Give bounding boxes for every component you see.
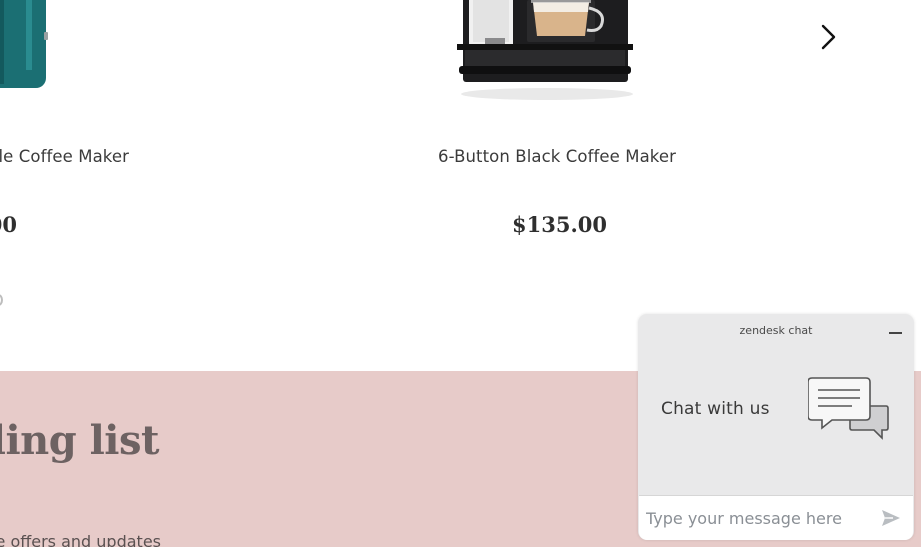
mailing-list-heading: iling list (0, 417, 159, 464)
chat-widget[interactable]: zendesk chat Chat with us (638, 314, 914, 540)
product-image-teal-coffee-maker[interactable] (0, 0, 60, 90)
product-title[interactable]: 6-Button Black Coffee Maker (438, 147, 676, 166)
product-price: $135.00 (512, 212, 607, 237)
product-title[interactable]: ule Coffee Maker (0, 147, 129, 166)
chat-input-row (639, 495, 913, 540)
chat-message-input[interactable] (646, 504, 868, 532)
chevron-right-icon (821, 24, 836, 50)
coffee-maker-black-icon (457, 0, 633, 100)
coffee-maker-teal-icon (0, 0, 48, 88)
product-image-black-coffee-maker[interactable] (455, 0, 640, 102)
chat-cta[interactable]: Chat with us (661, 399, 770, 419)
minimize-icon[interactable] (887, 326, 905, 340)
product-price: 00 (0, 212, 17, 237)
mailing-list-subtext: e offers and updates (0, 532, 161, 547)
chat-bubbles-icon (807, 376, 890, 442)
carousel-indicator-dot[interactable] (0, 294, 3, 306)
chat-brand: zendesk chat (739, 324, 813, 337)
carousel-next-button[interactable] (816, 22, 842, 52)
send-icon[interactable] (881, 509, 901, 527)
page: ule Coffee Maker 00 6-Button Black Coffe… (0, 0, 921, 547)
